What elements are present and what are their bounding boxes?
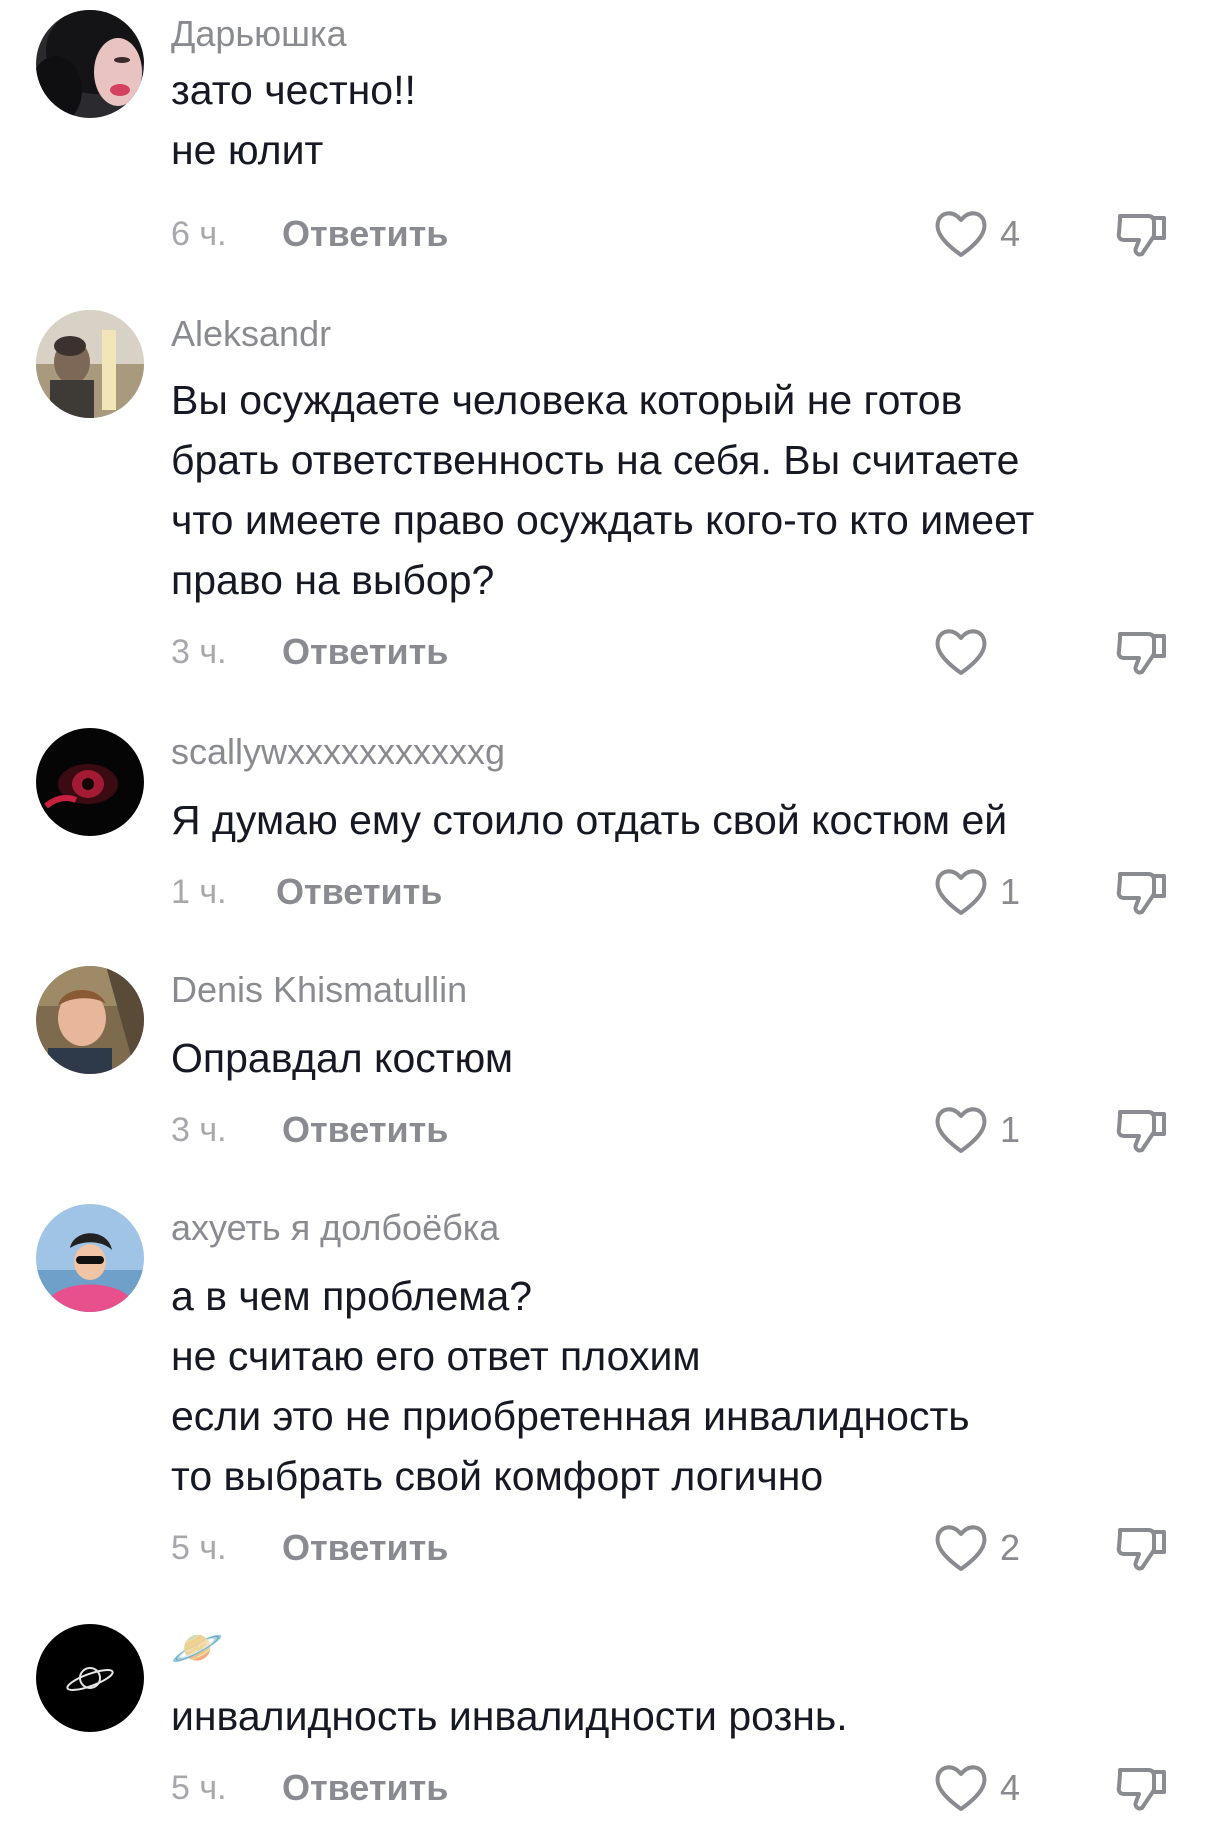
avatar[interactable] xyxy=(36,966,144,1074)
username[interactable]: Aleksandr xyxy=(171,312,331,356)
reply-button[interactable]: Ответить xyxy=(276,870,442,914)
thumbs-down-icon[interactable] xyxy=(1114,864,1170,920)
avatar[interactable] xyxy=(36,728,144,836)
comment-actions: 5 ч. Ответить 4 xyxy=(0,1760,1206,1816)
thumbs-down-icon[interactable] xyxy=(1114,624,1170,680)
comment-actions: 3 ч. Ответить xyxy=(0,624,1206,680)
reply-button[interactable]: Ответить xyxy=(282,212,448,256)
username[interactable]: Дарьюшка xyxy=(171,12,347,56)
comment-line: а в чем проблема? xyxy=(171,1273,533,1319)
thumbs-down-icon[interactable] xyxy=(1114,1102,1170,1158)
avatar[interactable] xyxy=(36,310,144,418)
reply-button[interactable]: Ответить xyxy=(282,1526,448,1570)
like-count: 1 xyxy=(1000,1109,1021,1150)
username[interactable]: scallywxxxxxxxxxxxg xyxy=(171,730,505,774)
comment-actions: 1 ч. Ответить 1 xyxy=(0,864,1206,920)
comment-line: не юлит xyxy=(171,127,324,173)
comment-line: Я думаю ему стоило отдать свой костюм ей xyxy=(171,797,1008,843)
timestamp: 3 ч. xyxy=(171,1111,227,1149)
avatar[interactable] xyxy=(36,10,144,118)
comment-line: Оправдал костюм xyxy=(171,1035,514,1081)
comment-text: зато честно!! не юлит xyxy=(171,60,1181,180)
avatar[interactable] xyxy=(36,1204,144,1312)
reply-button[interactable]: Ответить xyxy=(282,630,448,674)
comment-line: право на выбор? xyxy=(171,557,495,603)
comment-text: Оправдал костюм xyxy=(171,1028,1181,1088)
comment-line: не считаю его ответ плохим xyxy=(171,1333,701,1379)
heart-icon[interactable] xyxy=(934,624,988,680)
thumbs-down-icon[interactable] xyxy=(1114,206,1170,262)
avatar[interactable] xyxy=(36,1624,144,1732)
heart-icon[interactable] xyxy=(934,1760,988,1816)
heart-icon[interactable] xyxy=(934,1102,988,1158)
comment-text: а в чем проблема? не считаю его ответ пл… xyxy=(171,1266,1181,1506)
comment-line: инвалидность инвалидности рознь. xyxy=(171,1693,848,1739)
timestamp: 5 ч. xyxy=(171,1769,227,1807)
comment-line: зато честно!! xyxy=(171,67,416,113)
comment-text: Я думаю ему стоило отдать свой костюм ей xyxy=(171,790,1181,850)
reply-button[interactable]: Ответить xyxy=(282,1766,448,1810)
comment-line: брать ответственность на себя. Вы считае… xyxy=(171,437,1020,483)
comment-line: Вы осуждаете человека который не готов xyxy=(171,377,963,423)
comment-actions: 6 ч. Ответить 4 xyxy=(0,206,1206,262)
timestamp: 5 ч. xyxy=(171,1529,227,1567)
thumbs-down-icon[interactable] xyxy=(1114,1760,1170,1816)
heart-icon[interactable] xyxy=(934,206,988,262)
comment-actions: 5 ч. Ответить 2 xyxy=(0,1520,1206,1576)
timestamp: 1 ч. xyxy=(171,873,227,911)
comment-text: инвалидность инвалидности рознь. xyxy=(171,1686,1181,1746)
username[interactable]: ахуеть я долбоёбка xyxy=(171,1206,499,1250)
like-count: 2 xyxy=(1000,1527,1021,1568)
comment-actions: 3 ч. Ответить 1 xyxy=(0,1102,1206,1158)
timestamp: 3 ч. xyxy=(171,633,227,671)
comment-line: то выбрать свой комфорт логично xyxy=(171,1453,824,1499)
heart-icon[interactable] xyxy=(934,1520,988,1576)
timestamp: 6 ч. xyxy=(171,215,227,253)
like-count: 1 xyxy=(1000,871,1021,912)
thumbs-down-icon[interactable] xyxy=(1114,1520,1170,1576)
heart-icon[interactable] xyxy=(934,864,988,920)
reply-button[interactable]: Ответить xyxy=(282,1108,448,1152)
username[interactable]: 🪐 xyxy=(171,1622,223,1674)
comment-text: Вы осуждаете человека который не готов б… xyxy=(171,370,1181,610)
like-count: 4 xyxy=(1000,1767,1021,1808)
username[interactable]: Denis Khismatullin xyxy=(171,968,467,1012)
like-count: 4 xyxy=(1000,213,1021,254)
comment-line: что имеете право осуждать кого-то кто им… xyxy=(171,497,1035,543)
comment-line: если это не приобретенная инвалидность xyxy=(171,1393,970,1439)
